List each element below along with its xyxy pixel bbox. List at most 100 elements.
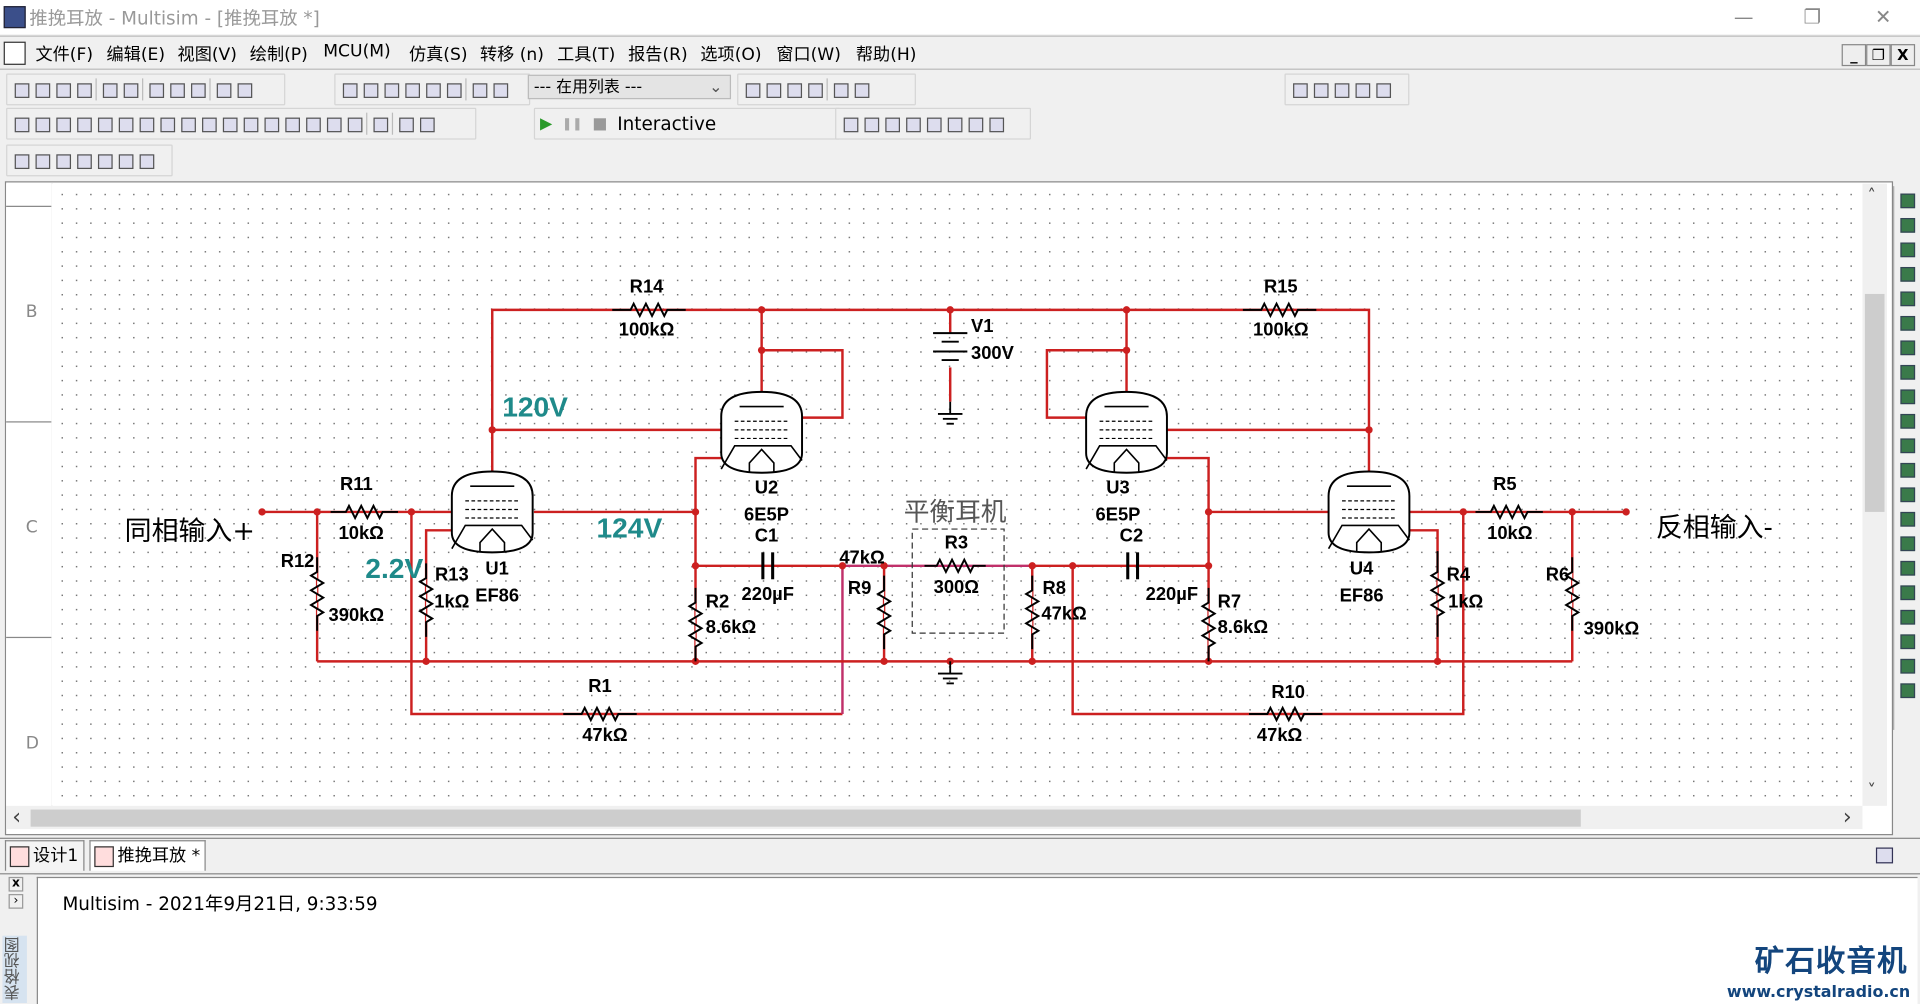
headphone-label: 平衡耳机 (904, 497, 1007, 527)
r1-ref: R1 (588, 675, 611, 696)
spectrum-analyzer-icon[interactable] (1898, 485, 1916, 503)
u4-value: EF86 (1340, 584, 1384, 605)
r1-value: 47kΩ (582, 724, 627, 745)
input-negative-label: 反相输入- (1656, 512, 1773, 543)
junction-dot (1028, 657, 1036, 666)
junction-dot (1204, 562, 1213, 570)
frequency-counter-icon[interactable] (1898, 338, 1916, 356)
tab-label: 推挽耳放 * (117, 846, 201, 866)
current-clamp-icon[interactable] (1898, 681, 1916, 699)
window-layout-icon[interactable] (1875, 847, 1894, 864)
c2-ref: C2 (1120, 524, 1143, 545)
junction-dot (880, 657, 888, 666)
u3-tube-envelope (1085, 390, 1168, 474)
u1-tube (450, 470, 534, 554)
tab-push-pull-amp[interactable]: 推挽耳放 * (89, 840, 207, 871)
scroll-up-button[interactable]: ˄ (1867, 186, 1876, 206)
r5-value: 10kΩ (1487, 522, 1532, 543)
r10-value: 47kΩ (1257, 724, 1302, 745)
junction-dot (691, 508, 700, 516)
junction-dot (422, 657, 430, 666)
iv-analyzer-icon[interactable] (1898, 436, 1916, 454)
bode-plotter-icon[interactable] (1898, 314, 1916, 331)
voltage-probe-124v: 124V (597, 513, 663, 544)
wattmeter-icon[interactable] (1898, 240, 1916, 258)
r11-value: 10kΩ (339, 522, 384, 543)
v1-ref: V1 (971, 315, 993, 336)
spreadsheet-view-label[interactable]: 表格视图 (2, 935, 27, 1004)
logic-converter-icon[interactable] (1898, 387, 1916, 405)
r9-ref: R9 (848, 577, 871, 598)
r7-ref: R7 (1218, 590, 1241, 611)
r3-ref: R3 (945, 532, 968, 553)
tab-design1[interactable]: 设计1 (4, 840, 85, 871)
tab-label: 设计1 (33, 846, 79, 866)
schematic-icon (94, 846, 114, 868)
r12-value: 390kΩ (329, 604, 385, 625)
agilent-multimeter-icon[interactable] (1898, 558, 1916, 576)
resistor-symbol (1200, 587, 1217, 662)
junction-dot (1365, 426, 1373, 434)
junction-dot (1459, 508, 1467, 516)
logic-analyzer-icon[interactable] (1898, 411, 1916, 429)
u1-ref: U1 (485, 557, 508, 578)
scroll-down-button[interactable]: ˅ (1867, 781, 1876, 801)
r11-ref: R11 (340, 473, 373, 494)
resistor-symbol (563, 705, 637, 723)
ni-elvismx-icon[interactable] (1898, 656, 1916, 674)
multimeter-icon[interactable] (1898, 191, 1916, 209)
four-channel-oscilloscope-icon[interactable] (1898, 289, 1916, 307)
voltage-probe-120v: 120V (502, 391, 568, 422)
distortion-analyzer-icon[interactable] (1898, 460, 1916, 478)
c2-value: 220µF (1146, 583, 1198, 604)
resistor-symbol (924, 557, 986, 575)
u4-ref: U4 (1350, 557, 1374, 578)
oscilloscope-icon[interactable] (1898, 265, 1916, 282)
resistor-symbol (1242, 301, 1317, 319)
v1-value: 300V (971, 342, 1015, 363)
junction-dot (1068, 562, 1077, 570)
r3-value: 300Ω (934, 576, 979, 597)
r6-value: 390kΩ (1584, 617, 1640, 638)
r10-ref: R10 (1271, 681, 1305, 702)
network-analyzer-icon[interactable] (1898, 509, 1916, 527)
function-generator-icon[interactable] (1898, 216, 1916, 233)
resistor-symbol (612, 301, 686, 319)
r9-value: 47kΩ (839, 546, 884, 567)
vertical-scroll-thumb[interactable] (1864, 293, 1885, 512)
scroll-left-button[interactable]: ‹ (12, 805, 21, 831)
expand-pane-button[interactable]: › (8, 894, 24, 909)
tektronix-oscilloscope-icon[interactable] (1898, 607, 1916, 625)
input-positive-label: 同相输入+ (125, 516, 255, 547)
c1-value: 220µF (742, 583, 794, 604)
r6-ref: R6 (1546, 564, 1569, 585)
r13-ref: R13 (435, 564, 469, 585)
labview-instruments-icon[interactable] (1898, 632, 1916, 650)
junction-dot (407, 508, 416, 516)
agilent-oscilloscope-icon[interactable] (1898, 583, 1916, 601)
close-pane-button[interactable]: x (8, 876, 24, 892)
r4-ref: R4 (1447, 564, 1471, 585)
u2-ref: U2 (755, 477, 778, 498)
junction-dot (1122, 346, 1131, 354)
resistor-symbol (1248, 705, 1323, 723)
spreadsheet-view-pane: x › 表格视图 Multisim - 2021年9月21日, 9:33:59 … (0, 874, 1920, 1004)
r15-ref: R15 (1264, 276, 1298, 297)
instruments-toolbar (1893, 186, 1919, 730)
junction-dot (488, 426, 496, 434)
junction-dot (1028, 562, 1036, 570)
u3-tube (1085, 390, 1168, 474)
scroll-right-button[interactable]: › (1843, 805, 1852, 831)
multisim-window: 推挽耳放 - Multisim - [推挽耳放 *] — ❐ ✕ 文件(F) 编… (0, 0, 1920, 1004)
resistor-symbol (1024, 575, 1041, 650)
word-generator-icon[interactable] (1898, 363, 1916, 380)
junction-dot (1122, 306, 1131, 314)
schematic-icon (9, 846, 30, 868)
resistor-symbol (687, 587, 704, 662)
horizontal-scroll-thumb[interactable] (30, 809, 1581, 827)
u2-tube (720, 390, 804, 474)
junction-dot (1568, 508, 1576, 516)
watermark-url: www.crystalradio.cn (1726, 983, 1911, 1002)
log-output: Multisim - 2021年9月21日, 9:33:59 矿石收音机 www… (36, 876, 1918, 1004)
agilent-function-generator-icon[interactable] (1898, 534, 1916, 552)
